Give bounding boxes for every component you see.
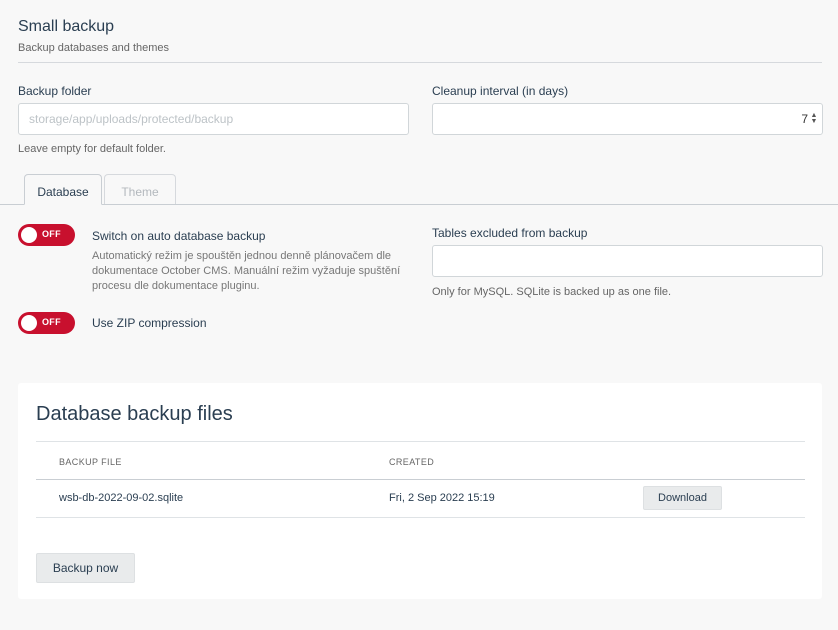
auto-backup-label: Switch on auto database backup	[92, 229, 266, 243]
tables-excluded-field	[432, 245, 823, 277]
backup-files-card: Database backup files BACKUP FILE CREATE…	[18, 383, 822, 599]
cleanup-interval-value: 7	[801, 112, 808, 126]
tables-excluded-help: Only for MySQL. SQLite is backed up as o…	[432, 286, 672, 298]
backup-now-button[interactable]: Backup now	[36, 553, 135, 583]
zip-compression-label: Use ZIP compression	[92, 316, 207, 330]
page-subtitle: Backup databases and themes	[18, 42, 170, 54]
toggle-state-label: OFF	[42, 229, 61, 239]
toggle-knob	[21, 227, 37, 243]
toggle-knob	[21, 315, 37, 331]
column-header-created: CREATED	[389, 457, 435, 467]
number-spinner-icon[interactable]: ▲ ▼	[810, 112, 818, 127]
backup-folder-help: Leave empty for default folder.	[18, 143, 166, 155]
backup-folder-label: Backup folder	[18, 84, 92, 98]
backup-file-created: Fri, 2 Sep 2022 15:19	[389, 492, 495, 504]
backup-folder-input[interactable]	[19, 104, 408, 134]
auto-backup-description: Automatický režim je spouštěn jednou den…	[92, 250, 401, 292]
tables-excluded-label: Tables excluded from backup	[432, 226, 588, 240]
table-header-border	[36, 479, 805, 480]
toggle-state-label: OFF	[42, 317, 61, 327]
backup-folder-field	[18, 103, 409, 135]
backup-file-name: wsb-db-2022-09-02.sqlite	[59, 492, 184, 504]
tab-database[interactable]: Database	[24, 174, 102, 205]
cleanup-interval-input[interactable]: 7 ▲ ▼	[432, 103, 823, 135]
tab-theme[interactable]: Theme	[104, 174, 176, 205]
header-divider	[18, 62, 822, 63]
tabs-divider	[0, 204, 838, 205]
auto-backup-toggle[interactable]: OFF	[18, 224, 75, 246]
page-header: Small backup Backup databases and themes	[18, 18, 822, 54]
tables-excluded-input[interactable]	[433, 246, 822, 276]
column-header-backup-file: BACKUP FILE	[59, 457, 122, 467]
download-button[interactable]: Download	[643, 486, 722, 510]
table-top-border	[36, 441, 805, 442]
cleanup-interval-label: Cleanup interval (in days)	[432, 84, 569, 98]
backup-files-title: Database backup files	[36, 403, 233, 425]
zip-compression-toggle[interactable]: OFF	[18, 312, 75, 334]
page-title: Small backup	[18, 18, 115, 35]
table-row-border	[36, 517, 805, 518]
